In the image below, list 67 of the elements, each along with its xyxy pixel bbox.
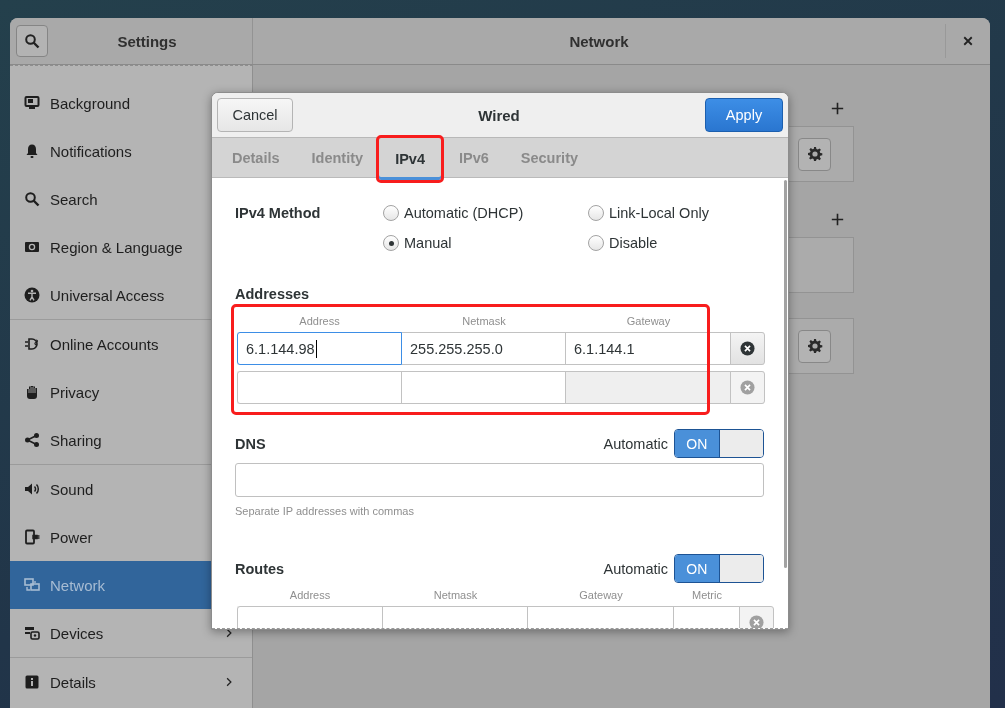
radio-label: Disable xyxy=(609,235,658,251)
search-icon xyxy=(24,33,40,49)
add-icon[interactable] xyxy=(831,102,844,115)
sidebar-item[interactable]: Privacy xyxy=(10,368,252,416)
radio-label: Link-Local Only xyxy=(609,205,709,221)
clear-icon xyxy=(740,380,755,395)
input-field[interactable]: 6.1.144.98 xyxy=(237,332,402,365)
radio-label: Automatic (DHCP) xyxy=(404,205,524,221)
radio-option[interactable]: Manual xyxy=(383,233,588,253)
settings-icon xyxy=(806,146,823,162)
scrollbar[interactable] xyxy=(784,180,787,568)
dialog-title: Wired xyxy=(477,106,521,124)
close-icon xyxy=(962,35,974,47)
search-icon xyxy=(24,191,40,207)
input-field[interactable]: 255.255.255.0 xyxy=(401,332,566,365)
radio-option[interactable]: Automatic (DHCP) xyxy=(383,203,588,223)
devices-icon xyxy=(24,625,40,641)
accessibility-icon xyxy=(24,287,40,303)
input-field[interactable] xyxy=(237,371,402,404)
add-icon[interactable] xyxy=(831,213,844,226)
speaker-icon xyxy=(24,481,40,497)
switch-label: Automatic xyxy=(603,435,668,452)
column-header: Gateway xyxy=(578,589,624,601)
panel-title: Network xyxy=(568,32,630,50)
dns-field[interactable] xyxy=(235,463,764,497)
switch-label: Automatic xyxy=(603,560,668,577)
column-header: Metric xyxy=(691,589,723,601)
section-title: DNS xyxy=(235,435,266,452)
input-field[interactable]: 6.1.144.1 xyxy=(565,332,731,365)
cancel-button[interactable]: Cancel xyxy=(217,98,293,132)
radio-label: Manual xyxy=(404,235,452,251)
window-title: Settings xyxy=(116,32,178,50)
radio-button[interactable] xyxy=(383,205,399,221)
hint-text: Separate IP addresses with commas xyxy=(235,505,415,517)
column-header: Address xyxy=(298,315,341,327)
info-icon xyxy=(24,674,40,690)
column-header: Netmask xyxy=(461,315,507,327)
accounts-icon xyxy=(24,336,40,352)
bell-icon xyxy=(24,143,40,159)
flag-icon xyxy=(24,239,40,255)
monitor-icon xyxy=(24,95,40,111)
clear-icon xyxy=(740,341,755,356)
column-header: Gateway xyxy=(625,315,672,327)
radio-option[interactable]: Link-Local Only xyxy=(588,203,764,223)
search-button[interactable] xyxy=(16,25,48,57)
settings-button[interactable] xyxy=(798,329,831,363)
power-icon xyxy=(24,529,40,545)
column-header: Netmask xyxy=(432,589,479,601)
network-icon xyxy=(24,577,40,593)
section-title: Addresses xyxy=(235,286,311,302)
sidebar-item[interactable]: Details xyxy=(10,658,252,706)
tab[interactable]: IPv4 xyxy=(376,135,444,183)
input-field[interactable] xyxy=(401,371,566,404)
hand-icon xyxy=(24,384,40,400)
method-label: IPv4 Method xyxy=(235,205,322,221)
radio-option[interactable]: Disable xyxy=(588,233,764,253)
radio-button[interactable] xyxy=(383,235,399,251)
sidebar-item[interactable]: Region & Language xyxy=(10,223,252,271)
radio-button[interactable] xyxy=(588,235,604,251)
column-header: Address xyxy=(288,589,332,601)
share-icon xyxy=(24,432,40,448)
sidebar-item[interactable]: Devices xyxy=(10,609,252,657)
delete-button[interactable] xyxy=(730,332,765,365)
radio-button[interactable] xyxy=(588,205,604,221)
apply-button[interactable]: Apply xyxy=(705,98,783,132)
settings-button[interactable] xyxy=(798,137,831,171)
settings-icon xyxy=(806,338,823,354)
